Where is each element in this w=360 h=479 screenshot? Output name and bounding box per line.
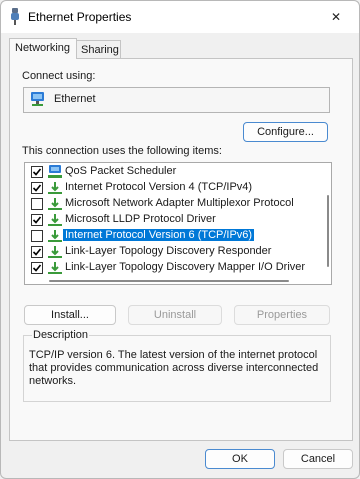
item-checkbox[interactable] xyxy=(31,246,43,258)
cancel-button[interactable]: Cancel xyxy=(283,449,353,469)
item-checkbox[interactable] xyxy=(31,166,43,178)
description-text: TCP/IP version 6. The latest version of … xyxy=(29,349,319,387)
list-item-selected[interactable]: Internet Protocol Version 6 (TCP/IPv6) xyxy=(25,228,314,244)
protocol-icon xyxy=(47,245,63,259)
close-icon: ✕ xyxy=(330,10,342,24)
list-item[interactable]: Internet Protocol Version 4 (TCP/IPv4) xyxy=(25,180,314,196)
description-legend: Description xyxy=(32,329,90,341)
ethernet-plug-icon xyxy=(9,8,21,25)
list-item[interactable]: Microsoft LLDP Protocol Driver xyxy=(25,212,314,228)
horizontal-scrollbar[interactable] xyxy=(49,280,289,282)
description-group: Description TCP/IP version 6. The latest… xyxy=(23,329,331,402)
install-button[interactable]: Install... xyxy=(24,305,116,325)
list-item[interactable]: Microsoft Network Adapter Multiplexor Pr… xyxy=(25,196,314,212)
item-label: Internet Protocol Version 6 (TCP/IPv6) xyxy=(63,229,255,241)
ok-button[interactable]: OK xyxy=(205,449,275,469)
list-item[interactable]: Link-Layer Topology Discovery Responder xyxy=(25,244,314,260)
protocol-icon xyxy=(47,197,63,211)
vertical-scrollbar[interactable] xyxy=(327,195,329,267)
item-label: Microsoft LLDP Protocol Driver xyxy=(65,213,216,225)
protocol-icon xyxy=(47,213,63,227)
connect-using-label: Connect using: xyxy=(22,70,96,82)
item-label: Internet Protocol Version 4 (TCP/IPv4) xyxy=(65,181,253,193)
configure-button[interactable]: Configure... xyxy=(243,122,328,142)
uninstall-button[interactable]: Uninstall xyxy=(128,305,222,325)
properties-window: Ethernet Properties ✕ Networking Sharing… xyxy=(0,0,360,479)
networking-panel: Connect using: Ethernet Configure... Thi… xyxy=(9,58,353,441)
item-label: Link-Layer Topology Discovery Mapper I/O… xyxy=(65,261,306,273)
item-label: QoS Packet Scheduler xyxy=(65,165,177,177)
items-label: This connection uses the following items… xyxy=(22,145,222,157)
item-checkbox[interactable] xyxy=(31,262,43,274)
item-checkbox[interactable] xyxy=(31,230,43,242)
list-item[interactable]: QoS Packet Scheduler xyxy=(25,164,314,180)
protocol-icon xyxy=(47,261,63,275)
properties-button[interactable]: Properties xyxy=(234,305,330,325)
list-item[interactable]: Link-Layer Topology Discovery Mapper I/O… xyxy=(25,260,314,276)
close-button[interactable]: ✕ xyxy=(313,1,359,33)
tab-networking[interactable]: Networking xyxy=(9,38,77,59)
protocol-icon xyxy=(47,181,63,195)
item-checkbox[interactable] xyxy=(31,198,43,210)
network-adapter-icon xyxy=(30,91,48,108)
adapter-name: Ethernet xyxy=(54,93,96,105)
item-checkbox[interactable] xyxy=(31,182,43,194)
tab-sharing[interactable]: Sharing xyxy=(75,40,121,59)
items-list[interactable]: QoS Packet Scheduler Internet Protocol V… xyxy=(24,162,332,285)
item-checkbox[interactable] xyxy=(31,214,43,226)
item-label: Microsoft Network Adapter Multiplexor Pr… xyxy=(65,197,294,209)
adapter-field: Ethernet xyxy=(23,87,330,113)
title-bar[interactable]: Ethernet Properties ✕ xyxy=(1,1,359,33)
window-title: Ethernet Properties xyxy=(28,10,132,24)
item-label: Link-Layer Topology Discovery Responder xyxy=(65,245,272,257)
protocol-icon xyxy=(47,229,63,243)
qos-icon xyxy=(47,165,63,179)
